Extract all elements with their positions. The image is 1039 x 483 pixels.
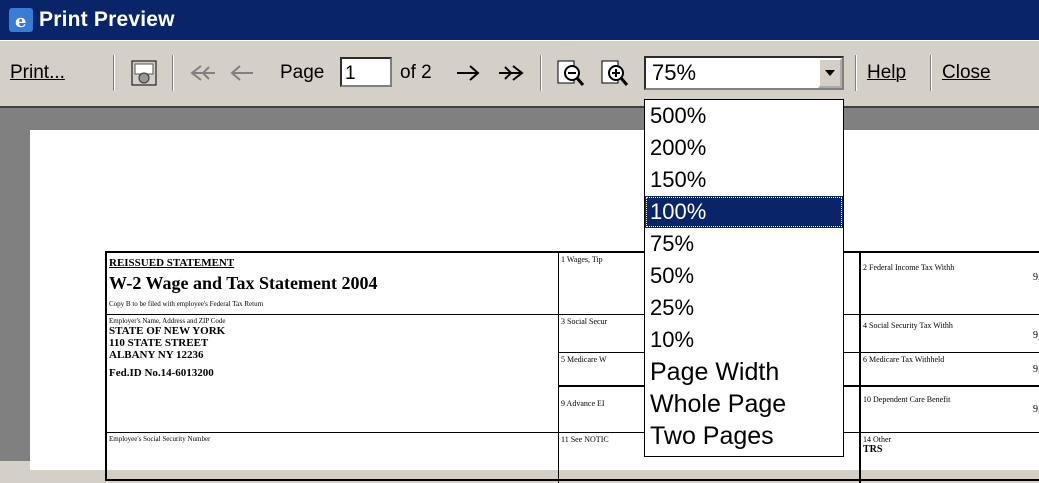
zoom-select-value: 75% <box>652 60 697 85</box>
page-number-input[interactable]: 1 <box>340 57 392 87</box>
box-4: 4 Social Security Tax Withh 9,999,9 <box>859 315 1039 353</box>
toolbar: Print... Page 1 of 2 75% Help Close <box>0 40 1039 105</box>
zoom-in-button[interactable] <box>594 53 634 93</box>
zoom-option[interactable]: 100% <box>645 196 843 228</box>
page-setup-icon <box>131 60 157 86</box>
ie-icon: e <box>9 8 33 32</box>
zoom-out-icon <box>557 60 585 86</box>
zoom-option[interactable]: Two Pages <box>645 420 843 452</box>
next-page-button[interactable] <box>448 53 488 93</box>
document-title: W-2 Wage and Tax Statement 2004 <box>109 273 378 293</box>
zoom-out-button[interactable] <box>550 53 590 93</box>
previous-page-button[interactable] <box>222 53 262 93</box>
employer-city: ALBANY NY 12236 <box>109 349 204 361</box>
preview-area[interactable]: REISSUED STATEMENT W-2 Wage and Tax Stat… <box>0 106 1039 483</box>
separator <box>113 55 115 91</box>
separator <box>540 55 542 91</box>
document-page: REISSUED STATEMENT W-2 Wage and Tax Stat… <box>30 130 1039 483</box>
box-14: 14 Other TRS999 <box>859 433 1039 483</box>
dropdown-arrow-button[interactable] <box>818 58 842 88</box>
zoom-option[interactable]: 150% <box>645 164 843 196</box>
svg-text:e: e <box>15 11 26 32</box>
zoom-option[interactable]: 10% <box>645 324 843 356</box>
box-10: 10 Dependent Care Benefit 9,999,9 <box>859 387 1039 433</box>
zoom-option[interactable]: Whole Page <box>645 388 843 420</box>
separator <box>172 55 174 91</box>
help-button[interactable]: Help <box>867 55 906 91</box>
first-page-button[interactable] <box>182 53 222 93</box>
double-arrow-left-icon <box>190 65 215 81</box>
zoom-option[interactable]: 75% <box>645 228 843 260</box>
zoom-in-icon <box>601 60 629 86</box>
zoom-option[interactable]: 50% <box>645 260 843 292</box>
print-button-label: Print... <box>10 62 65 83</box>
employer-section: Employer's Name, Address and ZIP Code ST… <box>107 315 559 433</box>
print-button[interactable]: Print... <box>10 55 65 91</box>
ssn-section: Employee's Social Security Number <box>107 433 559 483</box>
arrow-left-icon <box>230 65 253 81</box>
zoom-option[interactable]: 25% <box>645 292 843 324</box>
zoom-option[interactable]: 200% <box>645 132 843 164</box>
ssn-label: Employee's Social Security Number <box>109 435 211 443</box>
zoom-option[interactable]: Page Width <box>645 356 843 388</box>
last-page-button[interactable] <box>492 53 532 93</box>
page-count-label: of 2 <box>400 62 432 83</box>
box-6: 6 Medicare Tax Withheld 9,999,9 <box>859 353 1039 387</box>
employer-label: Employer's Name, Address and ZIP Code <box>109 317 226 325</box>
chevron-down-icon <box>825 70 835 76</box>
employer-street: 110 STATE STREET <box>109 337 209 349</box>
page-setup-button[interactable] <box>124 53 164 93</box>
employer-name: STATE OF NEW YORK <box>109 325 226 337</box>
window-title: Print Preview <box>39 8 175 31</box>
w2-form: REISSUED STATEMENT W-2 Wage and Tax Stat… <box>105 251 1039 483</box>
separator <box>855 55 857 91</box>
document-heading: REISSUED STATEMENT <box>109 257 235 269</box>
title-bar: e Print Preview <box>0 0 1039 40</box>
copy-note: Copy B to be filed with employee's Feder… <box>109 300 264 308</box>
fed-id: Fed.ID No.14-6013200 <box>109 367 214 379</box>
page-label: Page <box>280 62 325 83</box>
close-button[interactable]: Close <box>942 55 991 91</box>
arrow-right-icon <box>457 65 480 81</box>
zoom-select[interactable]: 75% <box>644 56 844 90</box>
box-2: 2 Federal Income Tax Withh 9,999,9 <box>859 253 1039 315</box>
double-arrow-right-icon <box>499 65 524 81</box>
form-header: REISSUED STATEMENT W-2 Wage and Tax Stat… <box>107 253 559 315</box>
zoom-option[interactable]: 500% <box>645 100 843 132</box>
separator <box>930 55 932 91</box>
zoom-dropdown-list[interactable]: 500% 200% 150% 100% 75% 50% 25% 10% Page Width Wh… <box>644 99 844 457</box>
